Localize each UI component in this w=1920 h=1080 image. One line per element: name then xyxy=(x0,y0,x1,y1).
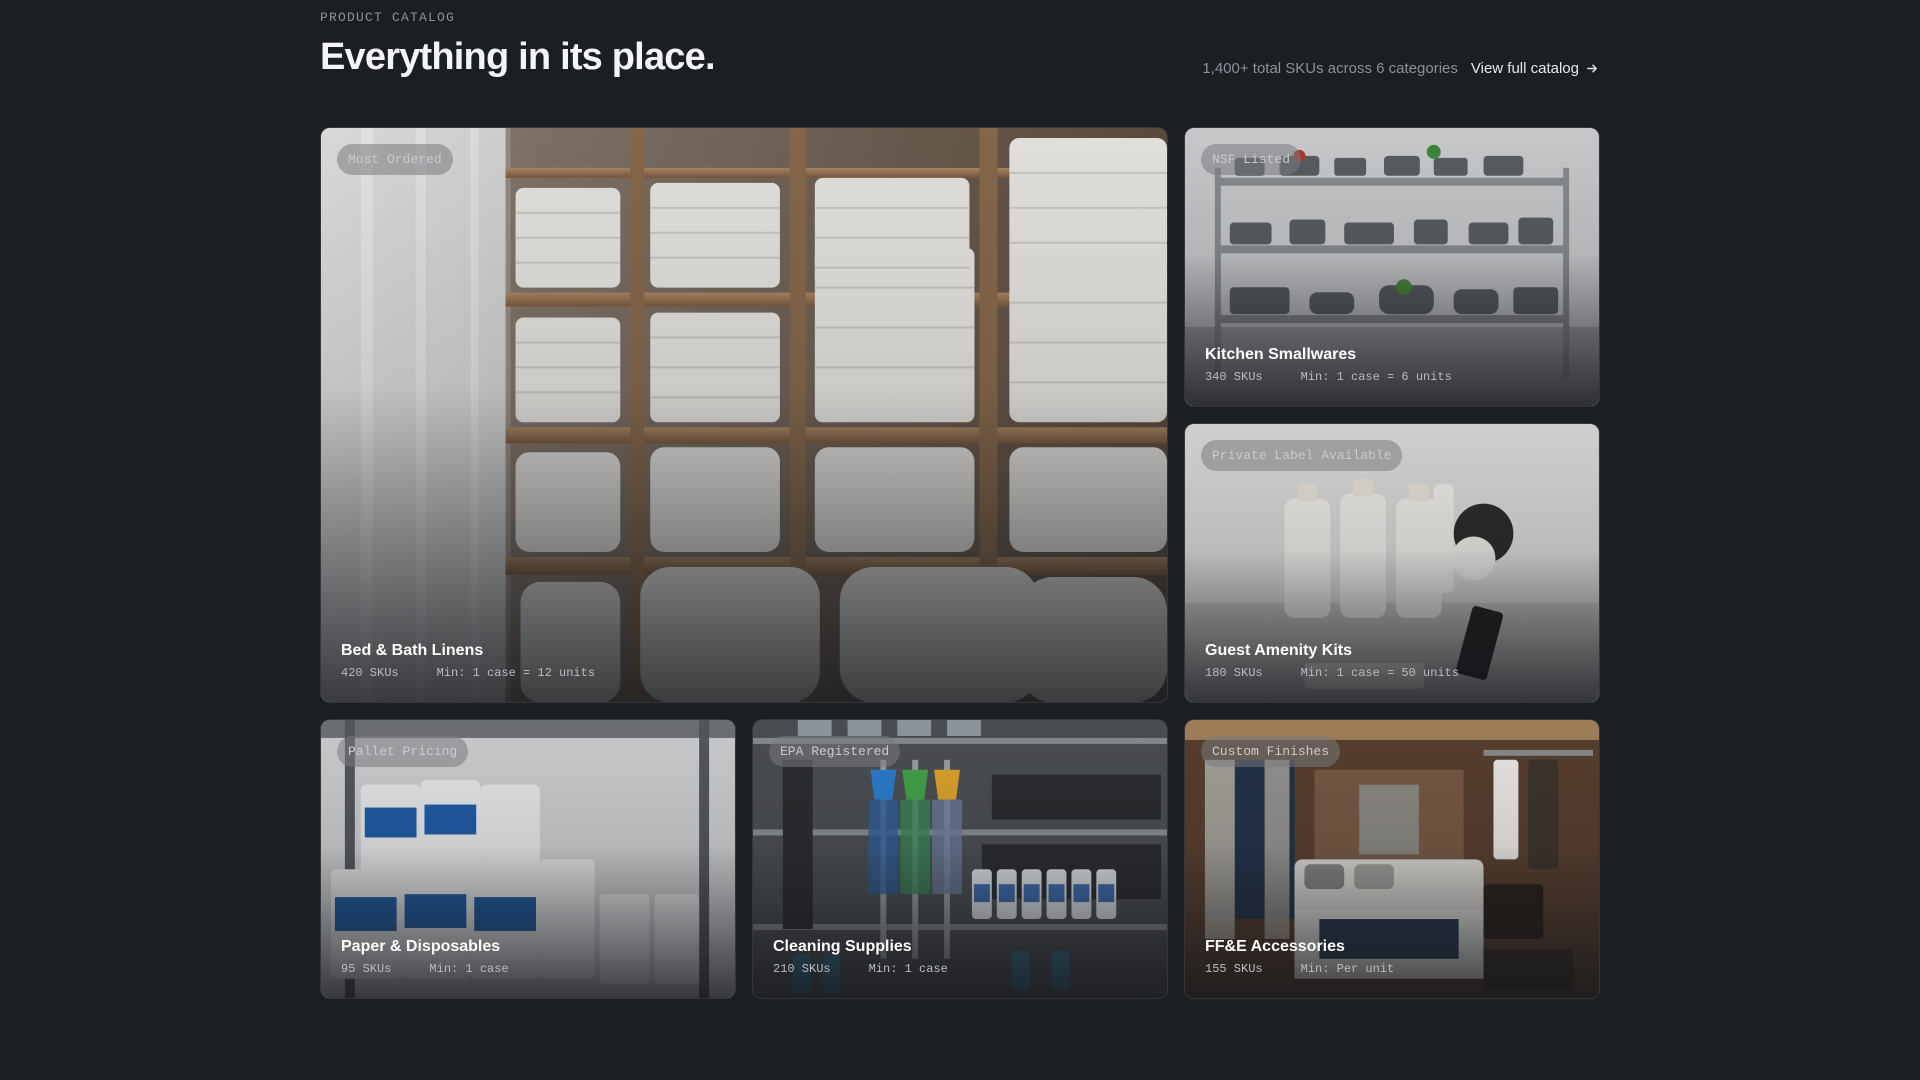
view-full-catalog-link[interactable]: View full catalog xyxy=(1471,60,1599,77)
minimum-order: Min: 1 case = 6 units xyxy=(1300,370,1452,384)
card-meta: 180 SKUs Min: 1 case = 50 units xyxy=(1205,666,1459,680)
card-title: Bed & Bath Linens xyxy=(341,642,484,659)
section-eyebrow: PRODUCT CATALOG xyxy=(320,10,456,25)
total-skus-text: 1,400+ total SKUs across 6 categories xyxy=(1202,60,1458,77)
catalog-page: PRODUCT CATALOG Everything in its place.… xyxy=(0,0,1920,1080)
category-card-bed-bath-linens[interactable]: Most Ordered Bed & Bath Linens 420 SKUs … xyxy=(320,127,1168,703)
card-title: Paper & Disposables xyxy=(341,938,501,955)
card-meta: 420 SKUs Min: 1 case = 12 units xyxy=(341,666,595,680)
card-meta: 340 SKUs Min: 1 case = 6 units xyxy=(1205,370,1452,384)
category-card-guest-amenity-kits[interactable]: Private Label Available Guest Amenity Ki… xyxy=(1184,423,1600,703)
card-badge: Private Label Available xyxy=(1201,440,1403,471)
card-title: Kitchen Smallwares xyxy=(1205,346,1357,363)
card-meta: 155 SKUs Min: Per unit xyxy=(1205,962,1394,976)
minimum-order: Min: Per unit xyxy=(1300,962,1395,976)
card-badge: Most Ordered xyxy=(337,144,453,175)
card-meta: 210 SKUs Min: 1 case xyxy=(773,962,948,976)
category-card-ffe-accessories[interactable]: Custom Finishes FF&E Accessories 155 SKU… xyxy=(1184,719,1600,999)
card-badge: Pallet Pricing xyxy=(337,736,469,767)
sku-count: 340 SKUs xyxy=(1205,370,1263,384)
arrow-right-icon xyxy=(1587,64,1597,73)
card-title: FF&E Accessories xyxy=(1205,938,1345,955)
card-badge: EPA Registered xyxy=(769,736,901,767)
sku-count: 155 SKUs xyxy=(1205,962,1263,976)
card-title: Guest Amenity Kits xyxy=(1205,642,1352,659)
sku-count: 420 SKUs xyxy=(341,666,399,680)
card-meta: 95 SKUs Min: 1 case xyxy=(341,962,509,976)
view-full-catalog-label: View full catalog xyxy=(1470,60,1579,77)
minimum-order: Min: 1 case = 50 units xyxy=(1300,666,1460,680)
category-card-kitchen-smallwares[interactable]: NSF Listed Kitchen Smallwares 340 SKUs M… xyxy=(1184,127,1600,407)
catalog-summary: 1,400+ total SKUs across 6 categories Vi… xyxy=(1202,60,1599,77)
card-title: Cleaning Supplies xyxy=(773,938,912,955)
minimum-order: Min: 1 case xyxy=(429,962,509,976)
card-badge: Custom Finishes xyxy=(1201,736,1341,767)
card-badge: NSF Listed xyxy=(1201,144,1302,175)
page-title: Everything in its place. xyxy=(320,36,716,78)
sku-count: 180 SKUs xyxy=(1205,666,1263,680)
minimum-order: Min: 1 case = 12 units xyxy=(436,666,596,680)
sku-count: 95 SKUs xyxy=(341,962,392,976)
minimum-order: Min: 1 case xyxy=(868,962,948,976)
category-card-cleaning-supplies[interactable]: EPA Registered Cleaning Supplies 210 SKU… xyxy=(752,719,1168,999)
category-card-paper-disposables[interactable]: Pallet Pricing Paper & Disposables 95 SK… xyxy=(320,719,736,999)
sku-count: 210 SKUs xyxy=(773,962,831,976)
card-overlay xyxy=(321,128,1167,702)
